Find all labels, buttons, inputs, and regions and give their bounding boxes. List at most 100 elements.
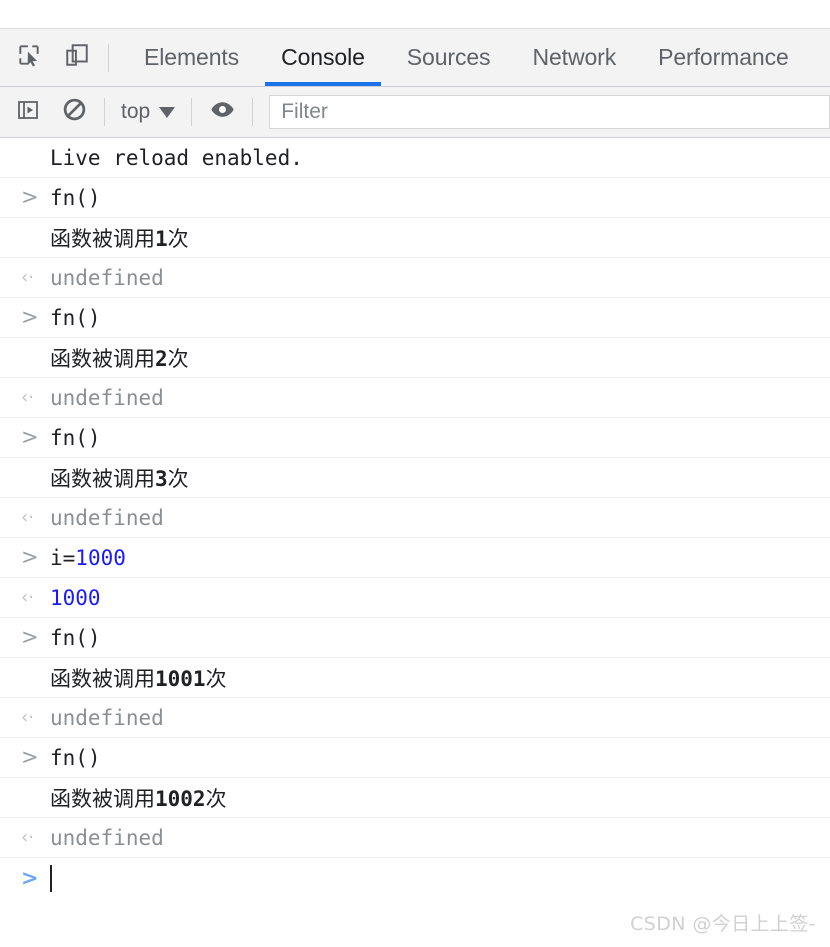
output-arrow-icon: ‹· [21, 386, 34, 408]
console-row-input: > fn() [0, 178, 830, 218]
console-sidebar-toggle-button[interactable] [12, 96, 44, 128]
console-message-text: 函数被调用1次 [50, 223, 830, 253]
tab-network[interactable]: Network [511, 29, 637, 86]
console-message-text: 函数被调用1002次 [50, 783, 830, 813]
device-toolbar-button[interactable] [60, 41, 94, 75]
console-input-text: i=1000 [50, 546, 830, 570]
tab-elements-label: Elements [144, 44, 240, 70]
log-count: 3 [155, 466, 168, 491]
console-message-list[interactable]: Live reload enabled. > fn() 函数被调用1次 ‹· u… [0, 138, 830, 947]
console-toolbar: top Filter [0, 87, 830, 138]
console-row-input: > fn() [0, 298, 830, 338]
output-arrow-icon: ‹· [21, 266, 34, 288]
output-arrow-icon: ‹· [21, 586, 34, 608]
log-count: 2 [155, 346, 168, 371]
console-row-log: 函数被调用1次 [0, 218, 830, 258]
console-input-text: fn() [50, 185, 101, 210]
row-gutter: ‹· [14, 266, 50, 288]
tab-console[interactable]: Console [260, 29, 386, 86]
live-expression-button[interactable] [206, 96, 238, 128]
window-top-strip [0, 0, 830, 28]
console-message-text: 函数被调用1001次 [50, 663, 830, 693]
console-row-output: ‹· undefined [0, 378, 830, 418]
console-row-input: > i=1000 [0, 538, 830, 578]
console-prompt-row[interactable]: > [0, 858, 830, 898]
console-message-text: Live reload enabled. [50, 145, 303, 170]
log-prefix: 函数被调用 [50, 226, 155, 251]
tab-network-label: Network [532, 44, 617, 70]
output-arrow-icon: ‹· [21, 826, 34, 848]
chevron-down-icon [159, 106, 176, 118]
execution-context-label: top [121, 100, 151, 123]
live-expression-eye-icon [209, 96, 236, 128]
console-row-output: ‹· undefined [0, 498, 830, 538]
log-prefix: 函数被调用 [50, 666, 155, 691]
tab-sources[interactable]: Sources [386, 29, 512, 86]
console-row-log: 函数被调用1001次 [0, 658, 830, 698]
log-suffix: 次 [205, 786, 227, 811]
tab-sources-label: Sources [406, 44, 491, 70]
expression-identifier: i= [50, 545, 76, 570]
console-input-text: fn() [50, 425, 101, 450]
console-row-input: > fn() [0, 418, 830, 458]
clear-console-button[interactable] [58, 96, 90, 128]
filter-placeholder: Filter [281, 100, 328, 123]
tab-console-label: Console [281, 44, 365, 70]
console-row-input: > fn() [0, 618, 830, 658]
row-gutter: ‹· [14, 586, 50, 608]
log-prefix: 函数被调用 [50, 786, 155, 811]
row-gutter: > [14, 307, 50, 328]
console-row-log: 函数被调用3次 [0, 458, 830, 498]
clear-console-icon [62, 97, 87, 127]
row-gutter: > [14, 747, 50, 768]
input-chevron-icon: > [21, 745, 39, 769]
console-row-log: 函数被调用1002次 [0, 778, 830, 818]
expression-number: 1000 [75, 545, 126, 570]
log-prefix: 函数被调用 [50, 466, 155, 491]
console-output-text: undefined [50, 385, 164, 410]
console-row-log: 函数被调用2次 [0, 338, 830, 378]
tabbar-left-icons [0, 41, 94, 75]
log-prefix: 函数被调用 [50, 346, 155, 371]
input-chevron-icon: > [21, 625, 39, 649]
inspect-element-button[interactable] [12, 41, 46, 75]
console-row-output: ‹· 1000 [0, 578, 830, 618]
console-output-text: undefined [50, 505, 164, 530]
console-input-text: fn() [50, 745, 101, 770]
log-suffix: 次 [167, 226, 189, 251]
prompt-chevron-icon: > [21, 865, 39, 890]
show-console-sidebar-icon [16, 98, 40, 127]
filter-input[interactable]: Filter [269, 95, 830, 129]
toolbar-divider-2 [191, 98, 193, 126]
console-prompt-input[interactable] [50, 864, 830, 892]
log-suffix: 次 [167, 466, 189, 491]
console-row-output: ‹· undefined [0, 818, 830, 858]
output-arrow-icon: ‹· [21, 506, 34, 528]
console-row-log: Live reload enabled. [0, 138, 830, 178]
console-output-text: undefined [50, 265, 164, 290]
execution-context-selector[interactable]: top [119, 100, 177, 124]
devtools-window: Elements Console Sources Network Perform… [0, 0, 830, 947]
tab-elements[interactable]: Elements [123, 29, 260, 86]
log-count: 1 [155, 226, 168, 251]
console-message-text: 函数被调用2次 [50, 343, 830, 373]
row-gutter: ‹· [14, 826, 50, 848]
row-gutter: ‹· [14, 506, 50, 528]
console-input-text: fn() [50, 305, 101, 330]
console-row-input: > fn() [0, 738, 830, 778]
toolbar-divider-3 [252, 98, 254, 126]
console-output-text: undefined [50, 825, 164, 850]
row-gutter: > [14, 427, 50, 448]
row-gutter: > [14, 547, 50, 568]
tab-performance-label: Performance [658, 44, 789, 70]
row-gutter: > [14, 865, 50, 890]
toolbar-divider-1 [104, 98, 105, 126]
input-chevron-icon: > [21, 545, 39, 569]
log-count: 1002 [155, 786, 206, 811]
row-gutter: ‹· [14, 708, 50, 727]
row-gutter: ‹· [14, 386, 50, 408]
row-gutter: > [14, 187, 50, 208]
text-cursor [50, 864, 52, 892]
input-chevron-icon: > [21, 425, 39, 449]
tab-performance[interactable]: Performance [637, 29, 810, 86]
